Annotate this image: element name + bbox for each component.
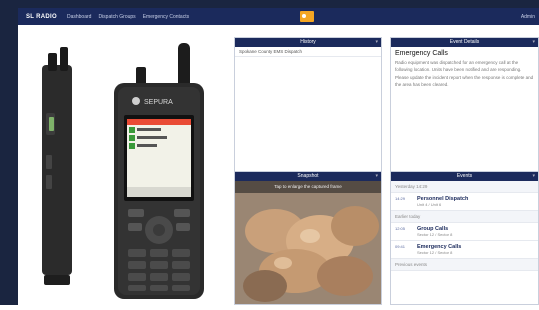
history-panel-header: History ▾ — [235, 38, 381, 47]
details-heading: Emergency Calls — [395, 50, 448, 57]
event-time: 14:29 — [395, 196, 406, 201]
panel-menu-icon[interactable]: ▾ — [532, 38, 535, 47]
nav-item-dispatch-groups[interactable]: Dispatch Groups — [98, 14, 135, 20]
snapshot-image[interactable]: Tap to enlarge the captured frame — [235, 181, 381, 304]
events-section-label: Earlier today — [391, 211, 538, 223]
events-section-label: Previous events — [391, 259, 538, 271]
snapshot-panel-header: Snapshot ▾ — [235, 172, 381, 181]
panel-menu-icon[interactable]: ▾ — [375, 172, 378, 181]
brand-logo[interactable]: SL RADIO — [26, 14, 57, 20]
details-panel: Event Details ▾ Emergency Calls Radio eq… — [390, 37, 539, 183]
event-subtitle: Sector 12 / Sector 8 — [417, 250, 453, 255]
panel-menu-icon[interactable]: ▾ — [532, 172, 535, 181]
user-menu[interactable]: Admin — [521, 14, 535, 20]
history-panel-title: History — [300, 39, 316, 45]
events-panel: Events ▾ Yesterday 14:29 14:29 Personnel… — [390, 171, 539, 305]
device-brand-logo: SEPURA — [144, 99, 173, 106]
event-item[interactable]: 09:41 Emergency Calls Sector 12 / Sector… — [391, 241, 538, 259]
event-time: 12:05 — [395, 226, 406, 231]
snapshot-panel-title: Snapshot — [297, 173, 319, 179]
details-panel-header: Event Details ▾ — [391, 38, 538, 47]
events-section-label: Yesterday 14:29 — [391, 181, 538, 193]
events-panel-title: Events — [456, 173, 473, 179]
event-item[interactable]: 12:05 Group Calls Sector 12 / Sector 8 — [391, 223, 538, 241]
details-paragraph: Please update the incident report when t… — [395, 75, 534, 87]
events-panel-header: Events ▾ — [391, 172, 538, 181]
details-panel-title: Event Details — [449, 39, 480, 45]
event-item[interactable]: 14:29 Personnel Dispatch Unit 4 / Unit 6 — [391, 193, 538, 211]
device-photo: SEPURA — [18, 25, 228, 305]
main-content: SEPURA History ▾ Spokane County EMS Disp… — [18, 25, 539, 305]
notification-icon[interactable] — [300, 11, 314, 22]
nav-item-emergency-contacts[interactable]: Emergency Contacts — [143, 14, 189, 20]
snapshot-picture — [235, 181, 381, 304]
main-nav: Dashboard Dispatch Groups Emergency Cont… — [67, 14, 189, 20]
history-panel: History ▾ Spokane County EMS Dispatch — [234, 37, 382, 183]
history-row[interactable]: Spokane County EMS Dispatch — [235, 47, 381, 57]
nav-item-dashboard[interactable]: Dashboard — [67, 14, 91, 20]
event-subtitle: Unit 4 / Unit 6 — [417, 202, 442, 207]
snapshot-panel: Snapshot ▾ Tap to enlarge the captured f… — [234, 171, 382, 305]
radio-device-illustration: SEPURA — [42, 43, 204, 299]
event-subtitle: Sector 12 / Sector 8 — [417, 232, 453, 237]
snapshot-caption: Tap to enlarge the captured frame — [235, 181, 381, 193]
panel-menu-icon[interactable]: ▾ — [375, 38, 378, 47]
event-time: 09:41 — [395, 244, 406, 249]
top-navigation-bar: SL RADIO Dashboard Dispatch Groups Emerg… — [18, 8, 539, 25]
details-paragraph: Radio equipment was dispatched for an em… — [395, 60, 522, 72]
